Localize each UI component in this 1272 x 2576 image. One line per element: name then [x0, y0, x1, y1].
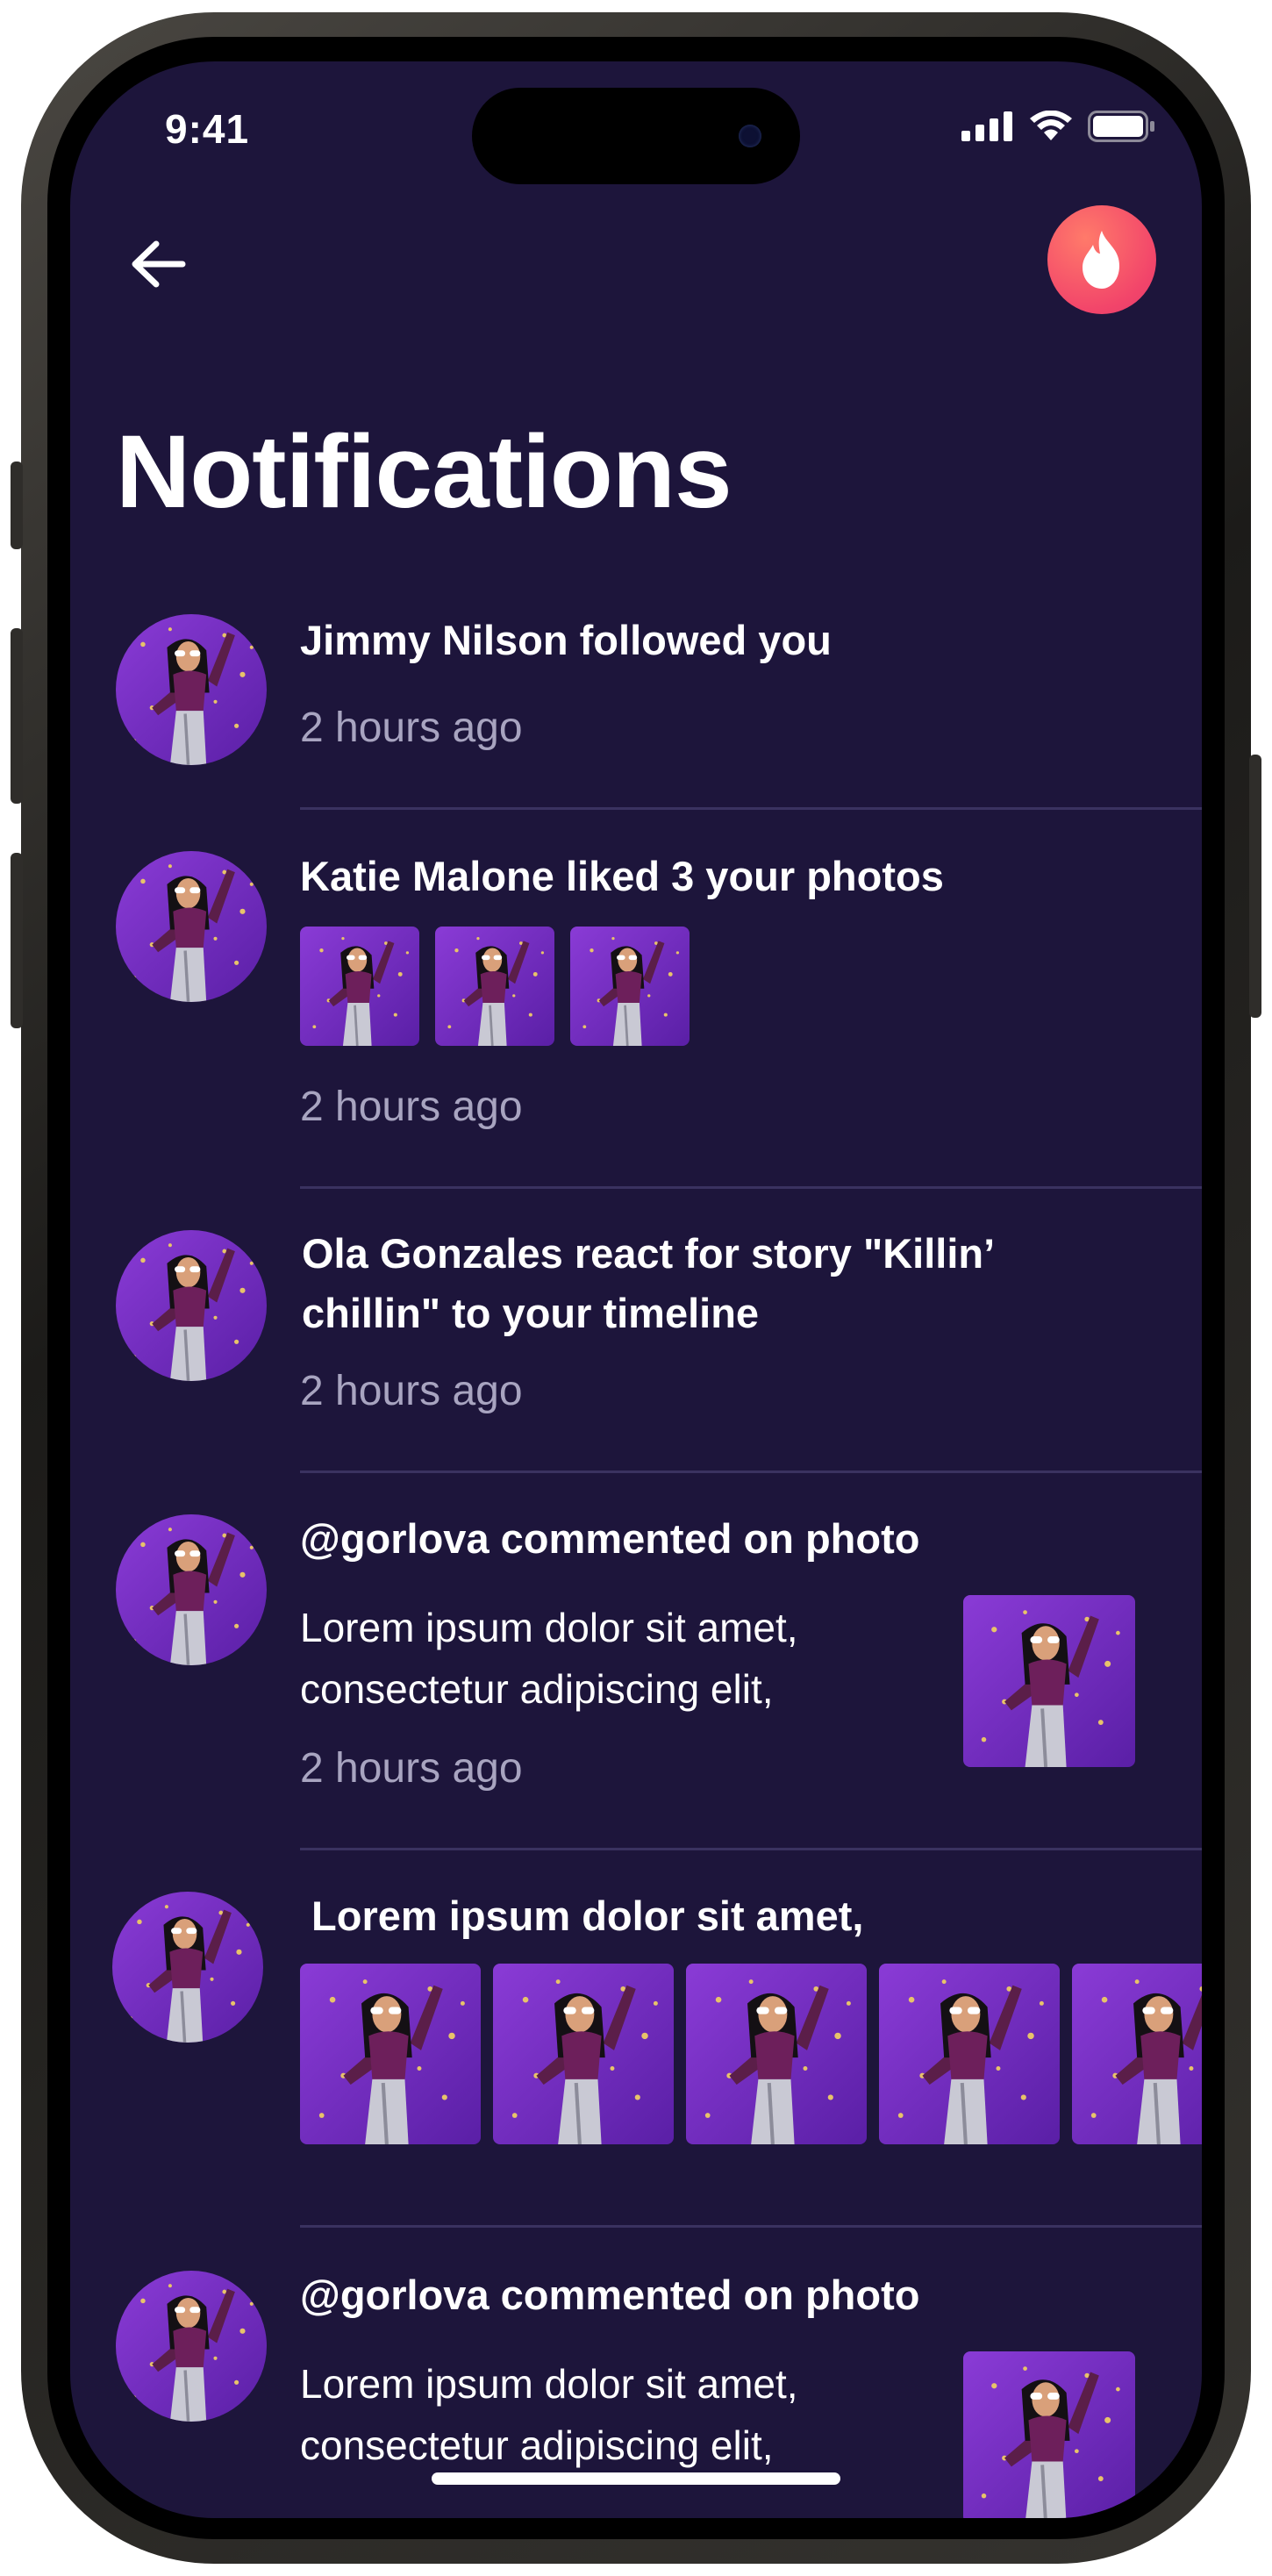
notification-title: Katie Malone liked 3 your photos [300, 853, 944, 899]
avatar[interactable] [116, 1514, 267, 1665]
photo-thumbnail[interactable] [1072, 1964, 1202, 2144]
notification-time: 2 hours ago [300, 1745, 523, 1792]
signal-icon [961, 111, 1012, 141]
divider [300, 1186, 1202, 1189]
avatar[interactable] [116, 1230, 267, 1381]
camera-icon [739, 125, 761, 147]
flame-button[interactable] [1047, 205, 1156, 314]
avatar[interactable] [116, 2271, 267, 2422]
avatar[interactable] [112, 1892, 263, 2043]
photo-thumbnail[interactable] [963, 2351, 1135, 2518]
arrow-left-icon [132, 240, 186, 288]
dynamic-island [472, 88, 800, 184]
comment-text: Lorem ipsum dolor sit amet, consectetur … [300, 1605, 798, 1712]
status-time: 9:41 [165, 106, 250, 152]
divider [300, 807, 1202, 810]
photo-thumbnail[interactable] [963, 1595, 1135, 1767]
photo-thumbnail[interactable] [879, 1964, 1060, 2144]
avatar[interactable] [116, 851, 267, 1002]
page-title: Notifications [116, 414, 732, 530]
notification-title: Jimmy Nilson followed you [300, 617, 832, 663]
notification-title: @gorlova commented on photo [300, 2272, 920, 2318]
notification-title: @gorlova commented on photo [300, 1515, 920, 1562]
photo-thumbnail[interactable] [493, 1964, 674, 2144]
photo-thumbnail[interactable] [300, 927, 419, 1046]
notification-time: 2 hours ago [300, 1368, 523, 1414]
status-icons [961, 111, 1156, 142]
notification-title-line-2: chillin" to your timeline [302, 1290, 760, 1336]
photo-thumbnail[interactable] [570, 927, 690, 1046]
notification-title-line-1: Ola Gonzales react for story "Killin’ [302, 1230, 996, 1277]
wifi-icon [1030, 111, 1072, 140]
divider [300, 1470, 1202, 1473]
flame-icon [1083, 231, 1119, 289]
avatar[interactable] [116, 614, 267, 765]
home-indicator[interactable] [432, 2472, 840, 2485]
comment-text: Lorem ipsum dolor sit amet, consectetur … [300, 2361, 798, 2468]
app-screen: 9:41 Notifications Jimmy Nilson followed… [70, 61, 1202, 2518]
action-button [11, 462, 23, 549]
notification-title: Lorem ipsum dolor sit amet, [300, 1893, 864, 1939]
divider [300, 2225, 1202, 2228]
notification-time: 2 hours ago [300, 705, 523, 751]
volume-down-button [11, 853, 23, 1028]
volume-up-button [11, 628, 23, 804]
photo-thumbnail[interactable] [686, 1964, 867, 2144]
photo-thumbnail[interactable] [435, 927, 554, 1046]
back-button[interactable] [123, 228, 195, 300]
battery-icon [1088, 111, 1154, 142]
power-button [1249, 755, 1261, 1018]
photo-thumbnail[interactable] [300, 1964, 481, 2144]
divider [300, 1848, 1202, 1850]
notification-time: 2 hours ago [300, 1084, 523, 1130]
